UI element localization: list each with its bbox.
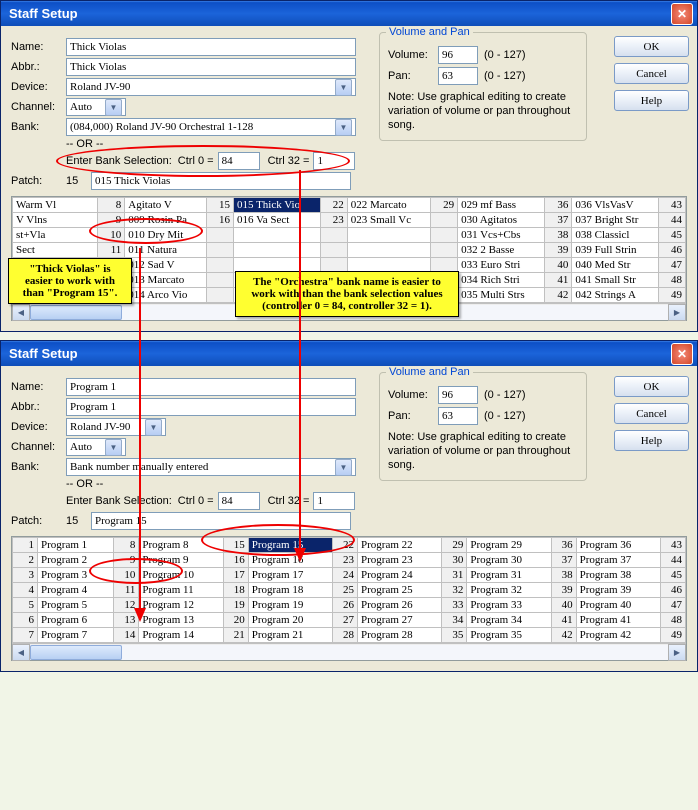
table-row[interactable]: 4Program 411Program 1118Program 1825Prog… [13,583,686,598]
name-label: Name: [11,41,66,53]
patch-label: Patch: [11,175,66,187]
table-row[interactable]: 6Program 613Program 1320Program 2027Prog… [13,613,686,628]
table-row[interactable]: Sect11011 Natura032 2 Basse39039 Full St… [13,243,686,258]
device-label: Device: [11,81,66,93]
chevron-down-icon[interactable]: ▼ [335,119,352,136]
name-field[interactable] [66,38,356,56]
window-title: Staff Setup [9,6,78,21]
name-field[interactable] [66,378,356,396]
patch-grid[interactable]: 1Program 18Program 815Program 1522Progra… [11,536,687,661]
scroll-left-icon[interactable]: ◀ [12,644,30,661]
ebs-label: Enter Bank Selection: [66,155,172,167]
help-button[interactable]: Help [614,430,689,451]
ctrl32-field[interactable] [313,152,355,170]
pan-field[interactable] [438,407,478,425]
close-icon[interactable]: ✕ [671,3,693,25]
device-select[interactable]: Roland JV-90▼ [66,78,356,96]
bank-select[interactable]: (084,000) Roland JV-90 Orchestral 1-128▼ [66,118,356,136]
window-staff-setup-2: Staff Setup ✕ Name: Abbr.: Device: Rolan… [0,340,698,672]
channel-select[interactable]: Auto▼ [66,438,126,456]
or-text: -- OR -- [66,138,103,150]
cancel-button[interactable]: Cancel [614,63,689,84]
h-scrollbar[interactable]: ◀ ▶ [12,303,686,320]
window-staff-setup-1: Staff Setup ✕ Name: Abbr.: Device: Rolan… [0,0,698,332]
window-title: Staff Setup [9,346,78,361]
cancel-button[interactable]: Cancel [614,403,689,424]
chevron-down-icon[interactable]: ▼ [335,79,352,96]
vol-pan-group: Volume and Pan Volume: (0 - 127) Pan: (0… [379,372,587,481]
patch-field[interactable] [91,512,351,530]
abbr-label: Abbr.: [11,61,66,73]
volume-field[interactable] [438,46,478,64]
table-row[interactable]: 1Program 18Program 815Program 1522Progra… [13,538,686,553]
abbr-field[interactable] [66,58,356,76]
volume-field[interactable] [438,386,478,404]
device-select[interactable]: Roland JV-90▼ [66,418,166,436]
title-bar[interactable]: Staff Setup ✕ [1,1,697,26]
scroll-right-icon[interactable]: ▶ [668,644,686,661]
channel-select[interactable]: Auto▼ [66,98,126,116]
chevron-down-icon[interactable]: ▼ [145,419,162,436]
table-row[interactable]: 3Program 310Program 1017Program 1724Prog… [13,568,686,583]
patch-n: 15 [66,175,91,187]
help-button[interactable]: Help [614,90,689,111]
patch-grid[interactable]: Warm Vl8Agitato V15015 Thick Vio22022 Ma… [11,196,687,321]
table-row[interactable]: 2Program 29Program 916Program 1623Progra… [13,553,686,568]
bank-label: Bank: [11,121,66,133]
channel-label: Channel: [11,101,66,113]
scroll-thumb[interactable] [30,305,122,320]
table-row[interactable]: o Vioi12012 Sad V033 Euro Stri40040 Med … [13,258,686,273]
scroll-left-icon[interactable]: ◀ [12,304,30,321]
patch-field[interactable] [91,172,351,190]
pan-field[interactable] [438,67,478,85]
table-row[interactable]: st+Vla10010 Dry Mit031 Vcs+Cbs38038 Clas… [13,228,686,243]
table-row[interactable]: 007 Vlns+Vla14014 Arco Vio035 Multi Strs… [13,288,686,303]
table-row[interactable]: V Vlns9009 Rosin Pa16016 Va Sect23023 Sm… [13,213,686,228]
scroll-right-icon[interactable]: ▶ [668,304,686,321]
abbr-field[interactable] [66,398,356,416]
ctrl0-field[interactable] [218,152,260,170]
table-row[interactable]: 7Program 714Program 1421Program 2128Prog… [13,628,686,643]
bank-select[interactable]: Bank number manually entered▼ [66,458,356,476]
ok-button[interactable]: OK [614,376,689,397]
h-scrollbar[interactable]: ◀ ▶ [12,643,686,660]
scroll-thumb[interactable] [30,645,122,660]
close-icon[interactable]: ✕ [671,343,693,365]
chevron-down-icon[interactable]: ▼ [335,459,352,476]
ctrl32-field[interactable] [313,492,355,510]
ctrl0-field[interactable] [218,492,260,510]
ok-button[interactable]: OK [614,36,689,57]
table-row[interactable]: Warm Vl8Agitato V15015 Thick Vio22022 Ma… [13,198,686,213]
table-row[interactable]: 5Program 512Program 1219Program 1926Prog… [13,598,686,613]
vol-pan-group: Volume and Pan Volume: (0 - 127) Pan: (0… [379,32,587,141]
chevron-down-icon[interactable]: ▼ [105,439,122,456]
table-row[interactable]: 006 Marcato13013 Marcato034 Rich Stri410… [13,273,686,288]
chevron-down-icon[interactable]: ▼ [105,99,122,116]
title-bar[interactable]: Staff Setup ✕ [1,341,697,366]
